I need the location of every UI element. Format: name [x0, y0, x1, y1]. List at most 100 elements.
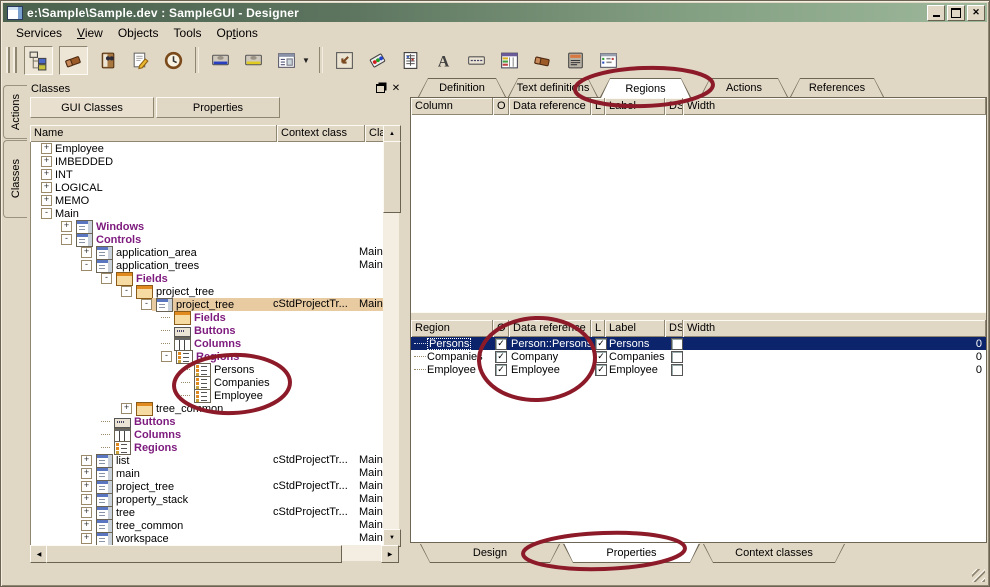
tab-design[interactable]: Design — [420, 544, 560, 563]
l-checkbox-checked[interactable]: ✓ — [595, 338, 607, 350]
ds-checkbox-unchecked[interactable] — [671, 338, 683, 350]
expand-icon[interactable]: + — [121, 403, 132, 414]
tree-row-persons[interactable]: Persons — [31, 363, 384, 376]
collapse-icon[interactable]: - — [41, 208, 52, 219]
collapse-icon[interactable]: - — [141, 299, 152, 310]
tree-row-regions[interactable]: -Regions — [31, 350, 384, 363]
tree-row-imbedded[interactable]: +IMBEDDED — [31, 155, 384, 168]
minimize-button[interactable] — [927, 5, 945, 21]
tab-references[interactable]: References — [790, 78, 884, 97]
tree-row-project_tree[interactable]: +project_treecStdProjectTr...Main — [31, 480, 384, 493]
class-tree-icon[interactable] — [24, 46, 53, 75]
sidebar-tab-actions[interactable]: Actions — [3, 85, 27, 139]
expand-icon[interactable]: + — [81, 455, 92, 466]
expand-icon[interactable]: + — [41, 182, 52, 193]
tree-vertical-scrollbar-thumb[interactable] — [383, 141, 401, 213]
collapse-icon[interactable]: - — [61, 234, 72, 245]
book-icon[interactable] — [94, 47, 121, 74]
edit-document-icon[interactable] — [127, 47, 154, 74]
tree-row-list[interactable]: +listcStdProjectTr...Main — [31, 454, 384, 467]
tab-definition[interactable]: Definition — [418, 78, 506, 97]
region-row-companies[interactable]: Companies✓Company✓Companies0 — [411, 350, 986, 363]
grid-document-icon[interactable] — [397, 47, 424, 74]
panel-float-button[interactable] — [373, 82, 387, 95]
menu-services[interactable]: Services — [9, 24, 70, 42]
toolbar-handle[interactable] — [6, 47, 17, 73]
columns-table-body[interactable] — [411, 115, 986, 312]
menu-objects[interactable]: Objects — [111, 24, 167, 42]
collapse-icon[interactable]: - — [121, 286, 132, 297]
tree-row-main[interactable]: -Main — [31, 207, 384, 220]
tab-properties[interactable]: Properties — [563, 544, 700, 563]
tree-row-tree[interactable]: +treecStdProjectTr...Main — [31, 506, 384, 519]
tree-row-workspace[interactable]: +workspaceMain — [31, 532, 384, 545]
collapse-icon[interactable]: - — [81, 260, 92, 271]
panel-tab-properties[interactable]: Properties — [156, 97, 280, 118]
close-button[interactable]: ✕ — [967, 5, 985, 21]
tree-row-fields[interactable]: -Fields — [31, 272, 384, 285]
tree-row-controls[interactable]: -Controls — [31, 233, 384, 246]
expand-icon[interactable]: + — [81, 507, 92, 518]
connections-icon[interactable] — [364, 47, 391, 74]
tree-row-int[interactable]: +INT — [31, 168, 384, 181]
eraser-icon[interactable] — [59, 46, 88, 75]
tree-row-tree_common[interactable]: +tree_commonMain — [31, 519, 384, 532]
o-checkbox-checked[interactable]: ✓ — [495, 364, 507, 376]
tree-row-companies[interactable]: Companies — [31, 376, 384, 389]
resize-grip[interactable] — [972, 569, 985, 582]
expand-icon[interactable]: + — [41, 156, 52, 167]
drive-yellow-icon[interactable] — [240, 47, 267, 74]
tree-row-main[interactable]: +mainMain — [31, 467, 384, 480]
tab-text-definitions[interactable]: Text definitions — [508, 78, 598, 97]
expand-icon[interactable]: + — [81, 533, 92, 544]
maximize-button[interactable] — [947, 5, 965, 21]
tree-row-application_area[interactable]: +application_areaMain — [31, 246, 384, 259]
ds-checkbox-unchecked[interactable] — [671, 351, 683, 363]
expand-icon[interactable]: + — [81, 481, 92, 492]
l-checkbox-checked[interactable]: ✓ — [595, 364, 607, 376]
tree-scroll-right-button[interactable]: ▶ — [381, 545, 399, 563]
clock-icon[interactable] — [160, 47, 187, 74]
tree-row-application_trees[interactable]: -application_treesMain — [31, 259, 384, 272]
menu-tools[interactable]: Tools — [167, 24, 210, 42]
sidebar-tab-classes[interactable]: Classes — [3, 140, 27, 218]
collapse-icon[interactable]: - — [161, 351, 172, 362]
tab-context-classes[interactable]: Context classes — [703, 544, 845, 563]
table-view-icon[interactable] — [496, 47, 523, 74]
l-checkbox-checked[interactable]: ✓ — [595, 351, 607, 363]
tree-row-columns[interactable]: Columns — [31, 428, 384, 441]
expand-icon[interactable]: + — [61, 221, 72, 232]
expand-icon[interactable]: + — [81, 494, 92, 505]
font-a-icon[interactable]: A — [430, 47, 457, 74]
tree-row-property_stack[interactable]: +property_stackMain — [31, 493, 384, 506]
expand-icon[interactable]: + — [81, 247, 92, 258]
expand-icon[interactable]: + — [81, 468, 92, 479]
o-checkbox-checked[interactable]: ✓ — [495, 351, 507, 363]
tree-row-columns[interactable]: Columns — [31, 337, 384, 350]
drive-blue-icon[interactable] — [207, 47, 234, 74]
menu-options[interactable]: Options — [210, 24, 266, 42]
menu-view[interactable]: View — [70, 24, 111, 42]
region-row-persons[interactable]: Persons✓Person::Persons✓Persons0 — [411, 337, 986, 350]
expand-icon[interactable]: + — [41, 169, 52, 180]
panel-tab-gui-classes[interactable]: GUI Classes — [30, 97, 154, 118]
ds-checkbox-unchecked[interactable] — [671, 364, 683, 376]
dropdown-caret-icon[interactable]: ▼ — [302, 56, 310, 65]
key-button-icon[interactable] — [463, 47, 490, 74]
expand-icon[interactable]: + — [41, 143, 52, 154]
tree-row-logical[interactable]: +LOGICAL — [31, 181, 384, 194]
expand-icon[interactable]: + — [81, 520, 92, 531]
tab-actions[interactable]: Actions — [700, 78, 788, 97]
tab-regions[interactable]: Regions — [600, 78, 691, 97]
tree-row-buttons[interactable]: Buttons — [31, 415, 384, 428]
tree-row-memo[interactable]: +MEMO — [31, 194, 384, 207]
o-checkbox-checked[interactable]: ✓ — [495, 338, 507, 350]
tree-row-project_tree[interactable]: -project_tree — [31, 285, 384, 298]
tree-row-employee[interactable]: Employee — [31, 389, 384, 402]
collapse-icon[interactable]: - — [101, 273, 112, 284]
machine-icon[interactable] — [562, 47, 589, 74]
expand-icon[interactable]: + — [41, 195, 52, 206]
tree-row-project_tree[interactable]: -project_treecStdProjectTr...Main — [31, 298, 384, 311]
view-box-icon[interactable] — [331, 47, 358, 74]
tree-row-regions[interactable]: Regions — [31, 441, 384, 454]
